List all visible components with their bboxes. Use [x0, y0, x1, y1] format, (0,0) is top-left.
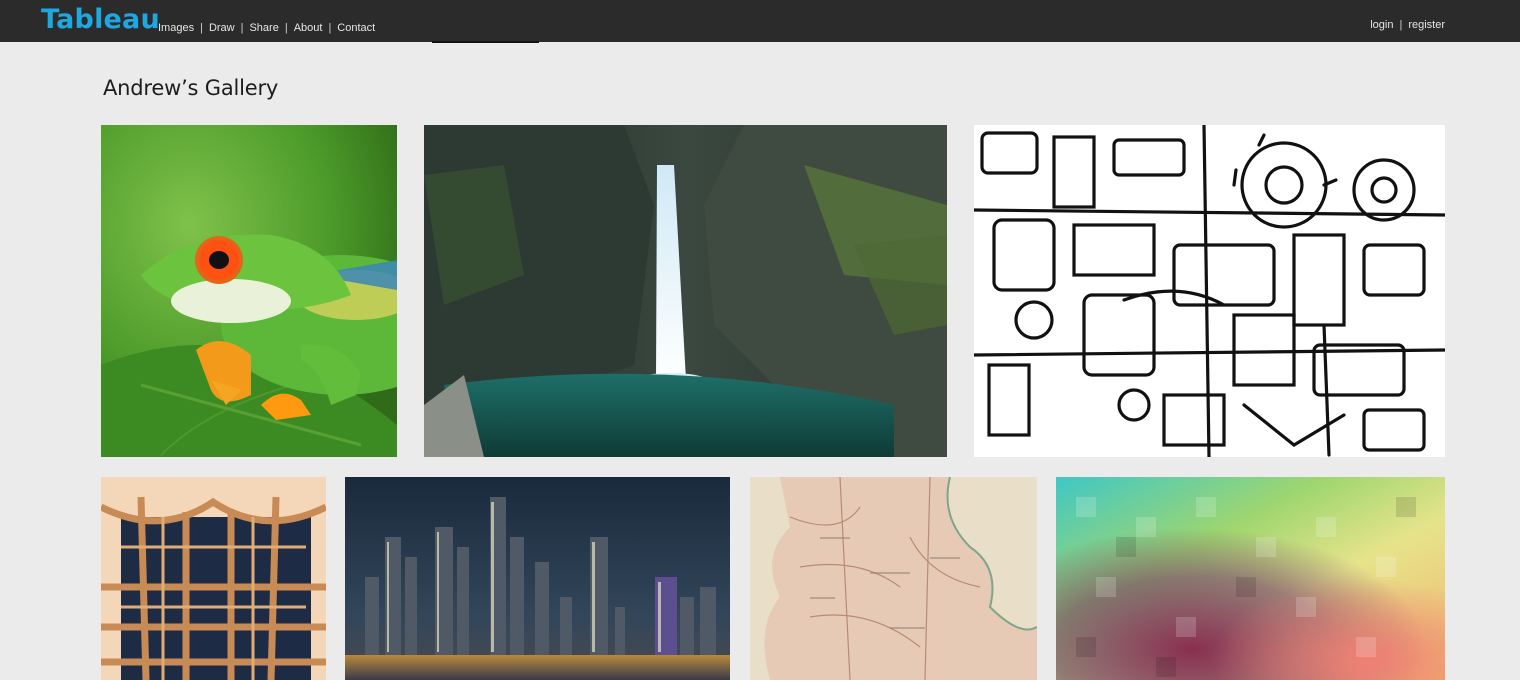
nav-draw-link[interactable]: Draw	[209, 22, 235, 34]
gallery-image-map[interactable]	[750, 477, 1037, 680]
gallery-image-shelving[interactable]	[101, 477, 326, 680]
frog-image	[101, 125, 397, 457]
nav-share-link[interactable]: Share	[249, 22, 278, 34]
nav-contact-link[interactable]: Contact	[337, 22, 375, 34]
register-link[interactable]: register	[1408, 19, 1445, 31]
nav-separator: |	[200, 22, 203, 34]
page-title: Andrew’s Gallery	[103, 76, 279, 100]
account-separator: |	[1399, 19, 1403, 31]
map-image	[750, 477, 1037, 680]
login-link[interactable]: login	[1370, 19, 1393, 31]
doodle-image	[974, 125, 1445, 457]
gallery-image-pixels[interactable]	[1056, 477, 1445, 680]
waterfall-image	[424, 125, 947, 457]
gallery-image-waterfall[interactable]	[424, 125, 947, 457]
skyline-image	[345, 477, 730, 680]
nav-images-link[interactable]: Images	[158, 22, 194, 34]
nav-about-link[interactable]: About	[294, 22, 323, 34]
top-navigation-bar: Tableau Images | Draw | Share | About | …	[0, 0, 1520, 42]
nav-separator: |	[328, 22, 332, 34]
gallery-image-doodle[interactable]	[974, 125, 1445, 457]
gallery-image-skyline[interactable]	[345, 477, 730, 680]
gallery-image-frog[interactable]	[101, 125, 397, 457]
account-links: login | register	[1370, 19, 1445, 31]
main-nav: Images | Draw | Share | About | Contact	[158, 22, 375, 34]
pixel-gradient-image	[1056, 477, 1445, 680]
active-tab-indicator	[432, 41, 539, 43]
shelving-image	[101, 477, 326, 680]
nav-separator: |	[240, 22, 244, 34]
nav-separator: |	[284, 22, 288, 34]
site-logo[interactable]: Tableau	[41, 4, 160, 35]
